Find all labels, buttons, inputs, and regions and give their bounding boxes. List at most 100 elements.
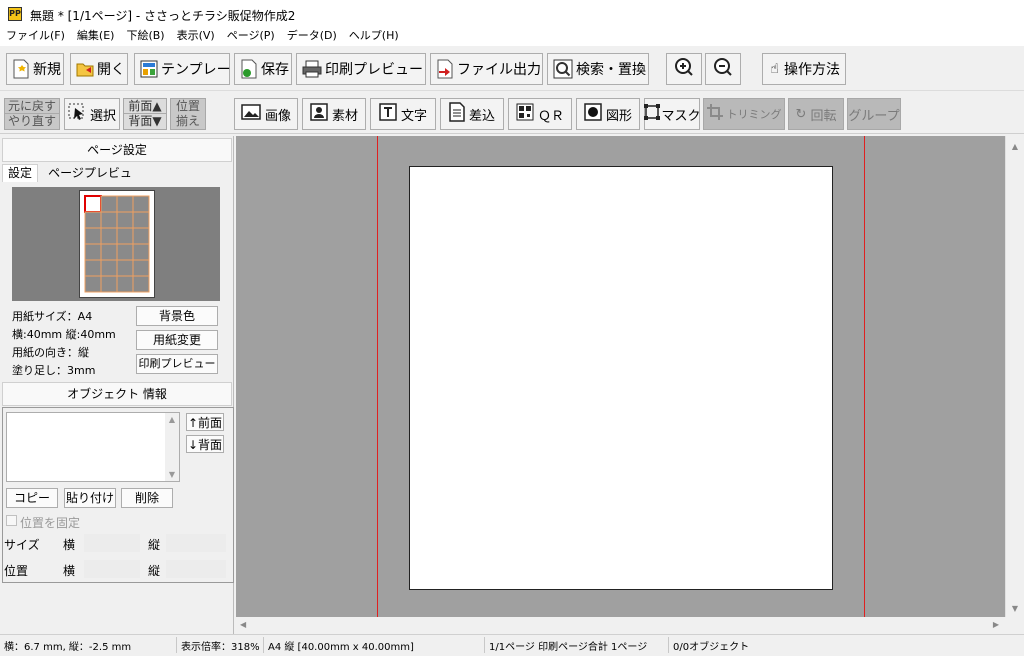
lock-position-checkbox[interactable] xyxy=(6,515,17,526)
redo-button[interactable]: やり直す xyxy=(5,114,59,129)
zoom-in-button[interactable] xyxy=(666,53,702,85)
page-cell[interactable] xyxy=(116,195,134,213)
scroll-down-arrow-icon[interactable]: ▼ xyxy=(1006,604,1024,613)
menu-file[interactable]: ファイル(F) xyxy=(0,28,71,46)
object-back-button[interactable]: ↓背面 xyxy=(186,435,224,453)
tab-page-preview[interactable]: ページプレビュー xyxy=(44,164,136,198)
page-cell[interactable] xyxy=(84,259,102,277)
main-toolbar: 新規 開く テンプレート 保存 印刷プレビュー ファイル出力 検索・置換 ☝ 操… xyxy=(0,47,1024,91)
zoom-out-button[interactable] xyxy=(705,53,741,85)
object-list[interactable]: ▲ ▼ xyxy=(6,412,180,482)
page-cell[interactable] xyxy=(132,259,150,277)
page-cell[interactable] xyxy=(100,259,118,277)
page-cell[interactable] xyxy=(116,259,134,277)
zoom-out-icon xyxy=(713,57,733,81)
save-button[interactable]: 保存 xyxy=(234,53,292,85)
position-horizontal-field[interactable] xyxy=(84,560,140,578)
text-button[interactable]: 文字 xyxy=(370,98,436,130)
page-cell[interactable] xyxy=(84,211,102,229)
tab-settings[interactable]: 設定 xyxy=(2,164,38,182)
page-cell[interactable] xyxy=(116,227,134,245)
print-preview-button[interactable]: 印刷プレビュー xyxy=(296,53,426,85)
page-cell[interactable] xyxy=(100,227,118,245)
size-vertical-field[interactable] xyxy=(166,534,226,552)
page-cell[interactable] xyxy=(132,275,150,293)
menu-background[interactable]: 下絵(B) xyxy=(120,28,170,46)
image-button[interactable]: 画像 xyxy=(234,98,298,130)
page-cell[interactable] xyxy=(132,211,150,229)
current-page-cell[interactable] xyxy=(84,195,102,213)
bring-front-button[interactable]: 前面▲ xyxy=(124,99,166,114)
page-cell[interactable] xyxy=(100,243,118,261)
page-cell[interactable] xyxy=(100,275,118,293)
size-horizontal-field[interactable] xyxy=(84,534,140,552)
open-button[interactable]: 開く xyxy=(70,53,128,85)
paste-button[interactable]: 貼り付け xyxy=(64,488,116,508)
trim-button[interactable]: トリミング xyxy=(703,98,785,130)
zoom-in-icon xyxy=(674,57,694,81)
object-list-scrollbar[interactable]: ▲ ▼ xyxy=(165,413,179,481)
scroll-up-arrow-icon[interactable]: ▲ xyxy=(1006,142,1024,151)
status-separator xyxy=(176,637,177,653)
help-button[interactable]: ☝ 操作方法 xyxy=(762,53,846,85)
vertical-scrollbar[interactable]: ▲ ▼ xyxy=(1005,136,1024,617)
scroll-up-arrow-icon[interactable]: ▲ xyxy=(165,415,179,424)
qr-code-icon xyxy=(516,103,534,125)
paper-info: A4 縦 [40.00mm x 40.00mm] xyxy=(268,642,414,653)
canvas-area[interactable] xyxy=(236,136,1005,617)
guide-line-right xyxy=(864,136,865,617)
menu-view[interactable]: 表示(V) xyxy=(171,28,221,46)
template-button[interactable]: テンプレート xyxy=(134,53,245,85)
size-horizontal-label: 横 xyxy=(63,538,76,552)
shape-button[interactable]: 図形 xyxy=(576,98,640,130)
copy-button[interactable]: コピー xyxy=(6,488,58,508)
object-front-button[interactable]: ↑前面 xyxy=(186,413,224,431)
material-button[interactable]: 素材 xyxy=(302,98,366,130)
status-separator xyxy=(484,637,485,653)
search-replace-button[interactable]: 検索・置換 xyxy=(547,53,649,85)
page-cell[interactable] xyxy=(84,275,102,293)
page-settings-header: ページ設定 xyxy=(2,138,232,162)
page-cell[interactable] xyxy=(84,243,102,261)
group-button[interactable]: グループ xyxy=(847,98,901,130)
page-cell[interactable] xyxy=(116,275,134,293)
shape-icon xyxy=(584,103,602,125)
rotate-button[interactable]: ↻ 回転 xyxy=(788,98,844,130)
horizontal-scrollbar[interactable]: ◀ ▶ xyxy=(236,617,1005,634)
undo-redo-group: 元に戻す やり直す xyxy=(4,98,60,130)
change-paper-button[interactable]: 用紙変更 xyxy=(136,330,218,350)
file-output-button[interactable]: ファイル出力 xyxy=(430,53,543,85)
align-button[interactable]: 位置 揃え xyxy=(170,98,206,130)
paper-canvas[interactable] xyxy=(409,166,833,590)
menu-help[interactable]: ヘルプ(H) xyxy=(343,28,405,46)
insert-button[interactable]: 差込 xyxy=(440,98,504,130)
page-cell[interactable] xyxy=(132,243,150,261)
scroll-right-arrow-icon[interactable]: ▶ xyxy=(993,620,999,629)
scroll-corner xyxy=(1005,617,1024,634)
menu-data[interactable]: データ(D) xyxy=(281,28,343,46)
undo-button[interactable]: 元に戻す xyxy=(5,99,59,114)
page-cell[interactable] xyxy=(132,195,150,213)
delete-button[interactable]: 削除 xyxy=(121,488,173,508)
position-vertical-field[interactable] xyxy=(166,560,226,578)
page-cell[interactable] xyxy=(132,227,150,245)
select-button[interactable]: 選択 xyxy=(64,98,120,130)
panel-print-preview-button[interactable]: 印刷プレビュー xyxy=(136,354,218,374)
scroll-left-arrow-icon[interactable]: ◀ xyxy=(240,620,246,629)
mask-button[interactable]: マスク xyxy=(643,98,701,130)
new-button[interactable]: 新規 xyxy=(6,53,64,85)
page-cell[interactable] xyxy=(84,227,102,245)
page-cell[interactable] xyxy=(100,211,118,229)
background-color-button[interactable]: 背景色 xyxy=(136,306,218,326)
paper-thumbnail[interactable] xyxy=(79,190,155,298)
menu-edit[interactable]: 編集(E) xyxy=(71,28,121,46)
qr-button[interactable]: ＱＲ xyxy=(508,98,572,130)
cursor-coords: 横：6.7 mm, 縦：-2.5 mm xyxy=(4,642,132,653)
menu-page[interactable]: ページ(P) xyxy=(221,28,281,46)
scroll-down-arrow-icon[interactable]: ▼ xyxy=(165,470,179,479)
page-cell[interactable] xyxy=(116,211,134,229)
page-cell[interactable] xyxy=(116,243,134,261)
bleed-label: 塗り足し：3mm xyxy=(12,364,96,377)
send-back-button[interactable]: 背面▼ xyxy=(124,114,166,129)
page-cell[interactable] xyxy=(100,195,118,213)
